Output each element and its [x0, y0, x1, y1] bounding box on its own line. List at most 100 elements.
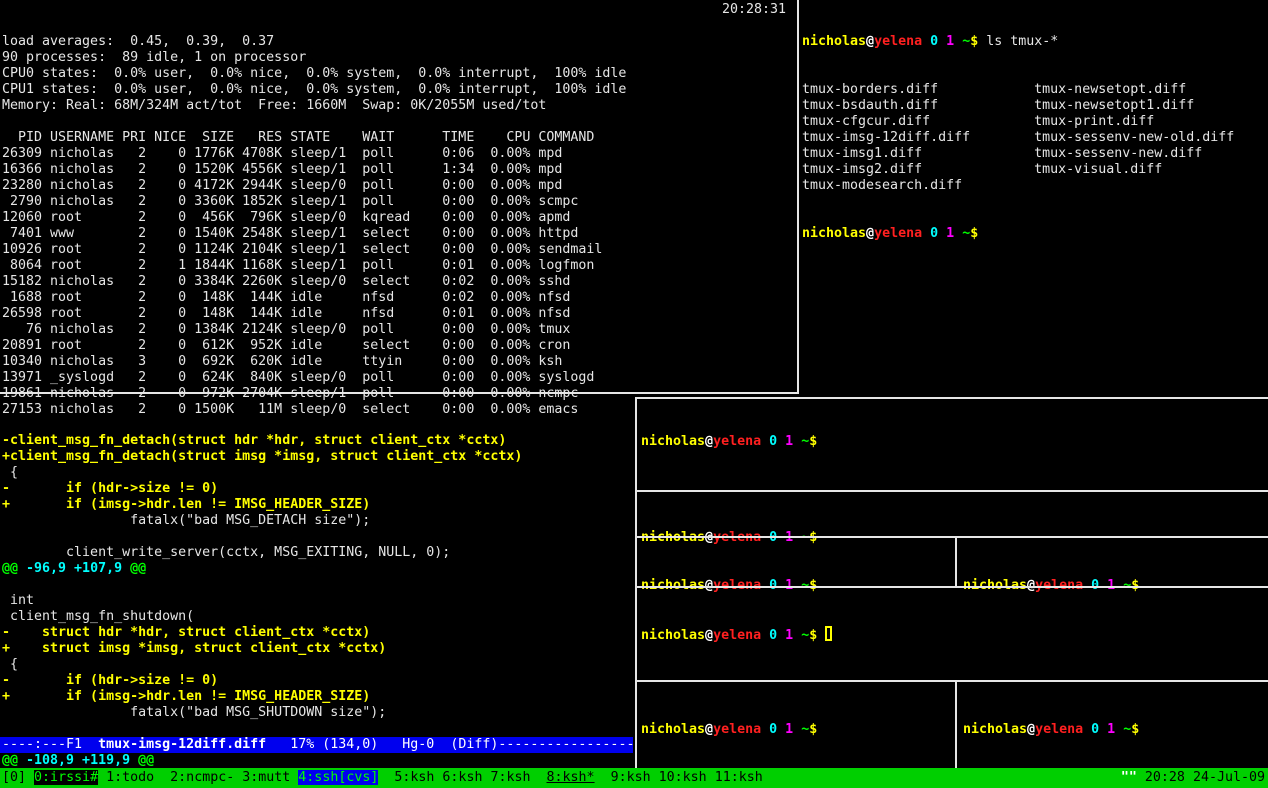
- top-pane[interactable]: load averages: 0.45, 0.39, 0.3790 proces…: [2, 2, 792, 434]
- text-segment: [761, 722, 769, 737]
- status-window-5-ksh[interactable]: 5:ksh: [394, 770, 434, 785]
- terminal-line: - if (hdr->size != 0): [2, 673, 633, 689]
- terminal-line: PID USERNAME PRI NICE SIZE RES STATE WAI…: [2, 130, 792, 146]
- status-window-6-ksh[interactable]: 6:ksh: [442, 770, 482, 785]
- pane-border-grid-row-4[interactable]: [637, 680, 1268, 682]
- text-segment: "": [1121, 770, 1137, 785]
- terminal-line: [2, 577, 633, 593]
- terminal-line: @@ -96,9 +107,9 @@: [2, 561, 633, 577]
- terminal-line: Memory: Real: 68M/324M act/tot Free: 166…: [2, 98, 792, 114]
- terminal-line: 19861 nicholas 2 0 972K 2704K sleep/1 po…: [2, 386, 792, 402]
- text-segment: [938, 226, 946, 241]
- text-segment: 0: [769, 722, 777, 737]
- emacs-buffer: -client_msg_fn_detach(struct hdr *hdr, s…: [2, 433, 633, 769]
- terminal-cursor: [825, 626, 832, 641]
- text-segment: - if (hdr->size != 0): [2, 481, 218, 496]
- text-segment: ----:---F1: [2, 737, 98, 752]
- terminal-line: [2, 721, 633, 737]
- emacs-pane[interactable]: -client_msg_fn_detach(struct hdr *hdr, s…: [2, 401, 633, 785]
- text-segment: 1: [946, 34, 954, 49]
- shell-pane-4[interactable]: nicholas@yelena 0 1 ~$: [963, 546, 1139, 610]
- shell-pane-7[interactable]: nicholas@yelena 0 1 ~$: [963, 690, 1139, 754]
- text-segment: $: [809, 434, 817, 449]
- text-segment: [761, 434, 769, 449]
- text-segment: @: [866, 34, 874, 49]
- text-segment: [954, 34, 962, 49]
- text-segment: nicholas: [963, 722, 1027, 737]
- terminal-line: + if (imsg->hdr.len != IMSG_HEADER_SIZE): [2, 689, 633, 705]
- text-segment: + if (imsg->hdr.len != IMSG_HEADER_SIZE): [2, 689, 370, 704]
- text-segment: 20:28 24-Jul-09: [1137, 770, 1265, 785]
- status-right: "" 20:28 24-Jul-09: [1121, 768, 1265, 788]
- shell-prompt: nicholas@yelena 0 1 ~$: [802, 226, 1266, 242]
- status-window-11-ksh[interactable]: 11:ksh: [715, 770, 763, 785]
- terminal-line: 2790 nicholas 2 0 3360K 1852K sleep/1 po…: [2, 194, 792, 210]
- status-session-name: [0]: [2, 770, 26, 785]
- pane-border-grid-row-3[interactable]: [637, 586, 1268, 588]
- pane-border-horizontal-right-top[interactable]: [637, 397, 1268, 399]
- text-segment: 0: [769, 434, 777, 449]
- text-segment: @: [866, 226, 874, 241]
- terminal-line: 10926 root 2 0 1124K 2104K sleep/1 selec…: [2, 242, 792, 258]
- text-segment: $: [1131, 722, 1139, 737]
- terminal-line: 26309 nicholas 2 0 1776K 4708K sleep/1 p…: [2, 146, 792, 162]
- status-window-2-ncmpc-[interactable]: 2:ncmpc-: [170, 770, 234, 785]
- text-segment: + struct imsg *imsg, struct client_ctx *…: [2, 641, 386, 656]
- status-window-9-ksh[interactable]: 9:ksh: [611, 770, 651, 785]
- status-window-8-ksh-[interactable]: 8:ksh*: [547, 770, 595, 785]
- terminal-line: 16366 nicholas 2 0 1520K 4556K sleep/1 p…: [2, 162, 792, 178]
- terminal-line: tmux-imsg-12diff.diff tmux-sessenv-new-o…: [802, 130, 1266, 146]
- terminal-line: int: [2, 593, 633, 609]
- status-window-3-mutt[interactable]: 3:mutt: [242, 770, 290, 785]
- status-window-0-irssi-[interactable]: 0:irssi#: [34, 770, 98, 785]
- text-segment: ~: [962, 226, 970, 241]
- terminal-line: 13971 _syslogd 2 0 624K 840K sleep/0 pol…: [2, 370, 792, 386]
- text-segment: - struct hdr *hdr, struct client_ctx *cc…: [2, 625, 370, 640]
- text-segment: yelena: [713, 434, 761, 449]
- terminal-line: [2, 114, 792, 130]
- terminal-line: load averages: 0.45, 0.39, 0.37: [2, 34, 792, 50]
- shell-pane-5[interactable]: nicholas@yelena 0 1 ~$: [641, 594, 832, 658]
- terminal-line: tmux-imsg1.diff tmux-sessenv-new.diff: [802, 146, 1266, 162]
- terminal-line: 10340 nicholas 3 0 692K 620K idle ttyin …: [2, 354, 792, 370]
- text-segment: @: [1027, 722, 1035, 737]
- pane-border-vertical-bottom[interactable]: [635, 397, 637, 768]
- shell-prompt: nicholas@yelena 0 1 ~$: [641, 434, 817, 450]
- shell-prompt: nicholas@yelena 0 1 ~$: [963, 722, 1139, 738]
- text-segment: 0: [930, 226, 938, 241]
- text-segment: ~: [801, 722, 809, 737]
- text-segment: [793, 434, 801, 449]
- pane-border-grid-col-1[interactable]: [955, 536, 957, 588]
- status-window-7-ksh[interactable]: 7:ksh: [490, 770, 530, 785]
- terminal-line: - struct hdr *hdr, struct client_ctx *cc…: [2, 625, 633, 641]
- shell-pane-6[interactable]: nicholas@yelena 0 1 ~$: [641, 690, 817, 754]
- terminal-line: [2, 529, 633, 545]
- ls-shell-pane[interactable]: nicholas@yelena 0 1 ~$ ls tmux-* tmux-bo…: [802, 2, 1266, 258]
- text-segment: 0: [1091, 722, 1099, 737]
- status-window-10-ksh[interactable]: 10:ksh: [659, 770, 707, 785]
- text-segment: @: [705, 722, 713, 737]
- pane-border-grid-row-1[interactable]: [637, 490, 1268, 492]
- terminal-line: tmux-bsdauth.diff tmux-newsetopt1.diff: [802, 98, 1266, 114]
- terminal-line: fatalx("bad MSG_SHUTDOWN size");: [2, 705, 633, 721]
- text-segment: nicholas: [802, 34, 866, 49]
- terminal-line: - if (hdr->size != 0): [2, 481, 633, 497]
- pane-border-horizontal-left[interactable]: [0, 392, 799, 394]
- status-window-1-todo[interactable]: 1:todo: [106, 770, 154, 785]
- status-window-4-ssh-cvs-[interactable]: 4:ssh[cvs]: [298, 770, 378, 785]
- terminal-line: tmux-modesearch.diff: [802, 178, 1266, 194]
- text-segment: -client_msg_fn_detach(struct hdr *hdr, s…: [2, 433, 506, 448]
- text-segment: @@: [2, 561, 18, 576]
- text-segment: @: [705, 628, 713, 643]
- terminal-line: client_msg_fn_shutdown(: [2, 609, 633, 625]
- terminal-line: + if (imsg->hdr.len != IMSG_HEADER_SIZE): [2, 497, 633, 513]
- pane-border-grid-col-2[interactable]: [955, 680, 957, 768]
- ls-file-list: tmux-borders.diff tmux-newsetopt.difftmu…: [802, 82, 1266, 194]
- pane-border-vertical-top[interactable]: [797, 0, 799, 393]
- text-segment: 0: [769, 628, 777, 643]
- text-segment: [1099, 722, 1107, 737]
- pane-border-grid-row-2[interactable]: [637, 536, 1268, 538]
- terminal-line: 1688 root 2 0 148K 144K idle nfsd 0:02 0…: [2, 290, 792, 306]
- shell-pane-1[interactable]: nicholas@yelena 0 1 ~$: [641, 402, 817, 466]
- emacs-modeline: ----:---F1 tmux-imsg-12diff.diff 17% (13…: [0, 737, 633, 753]
